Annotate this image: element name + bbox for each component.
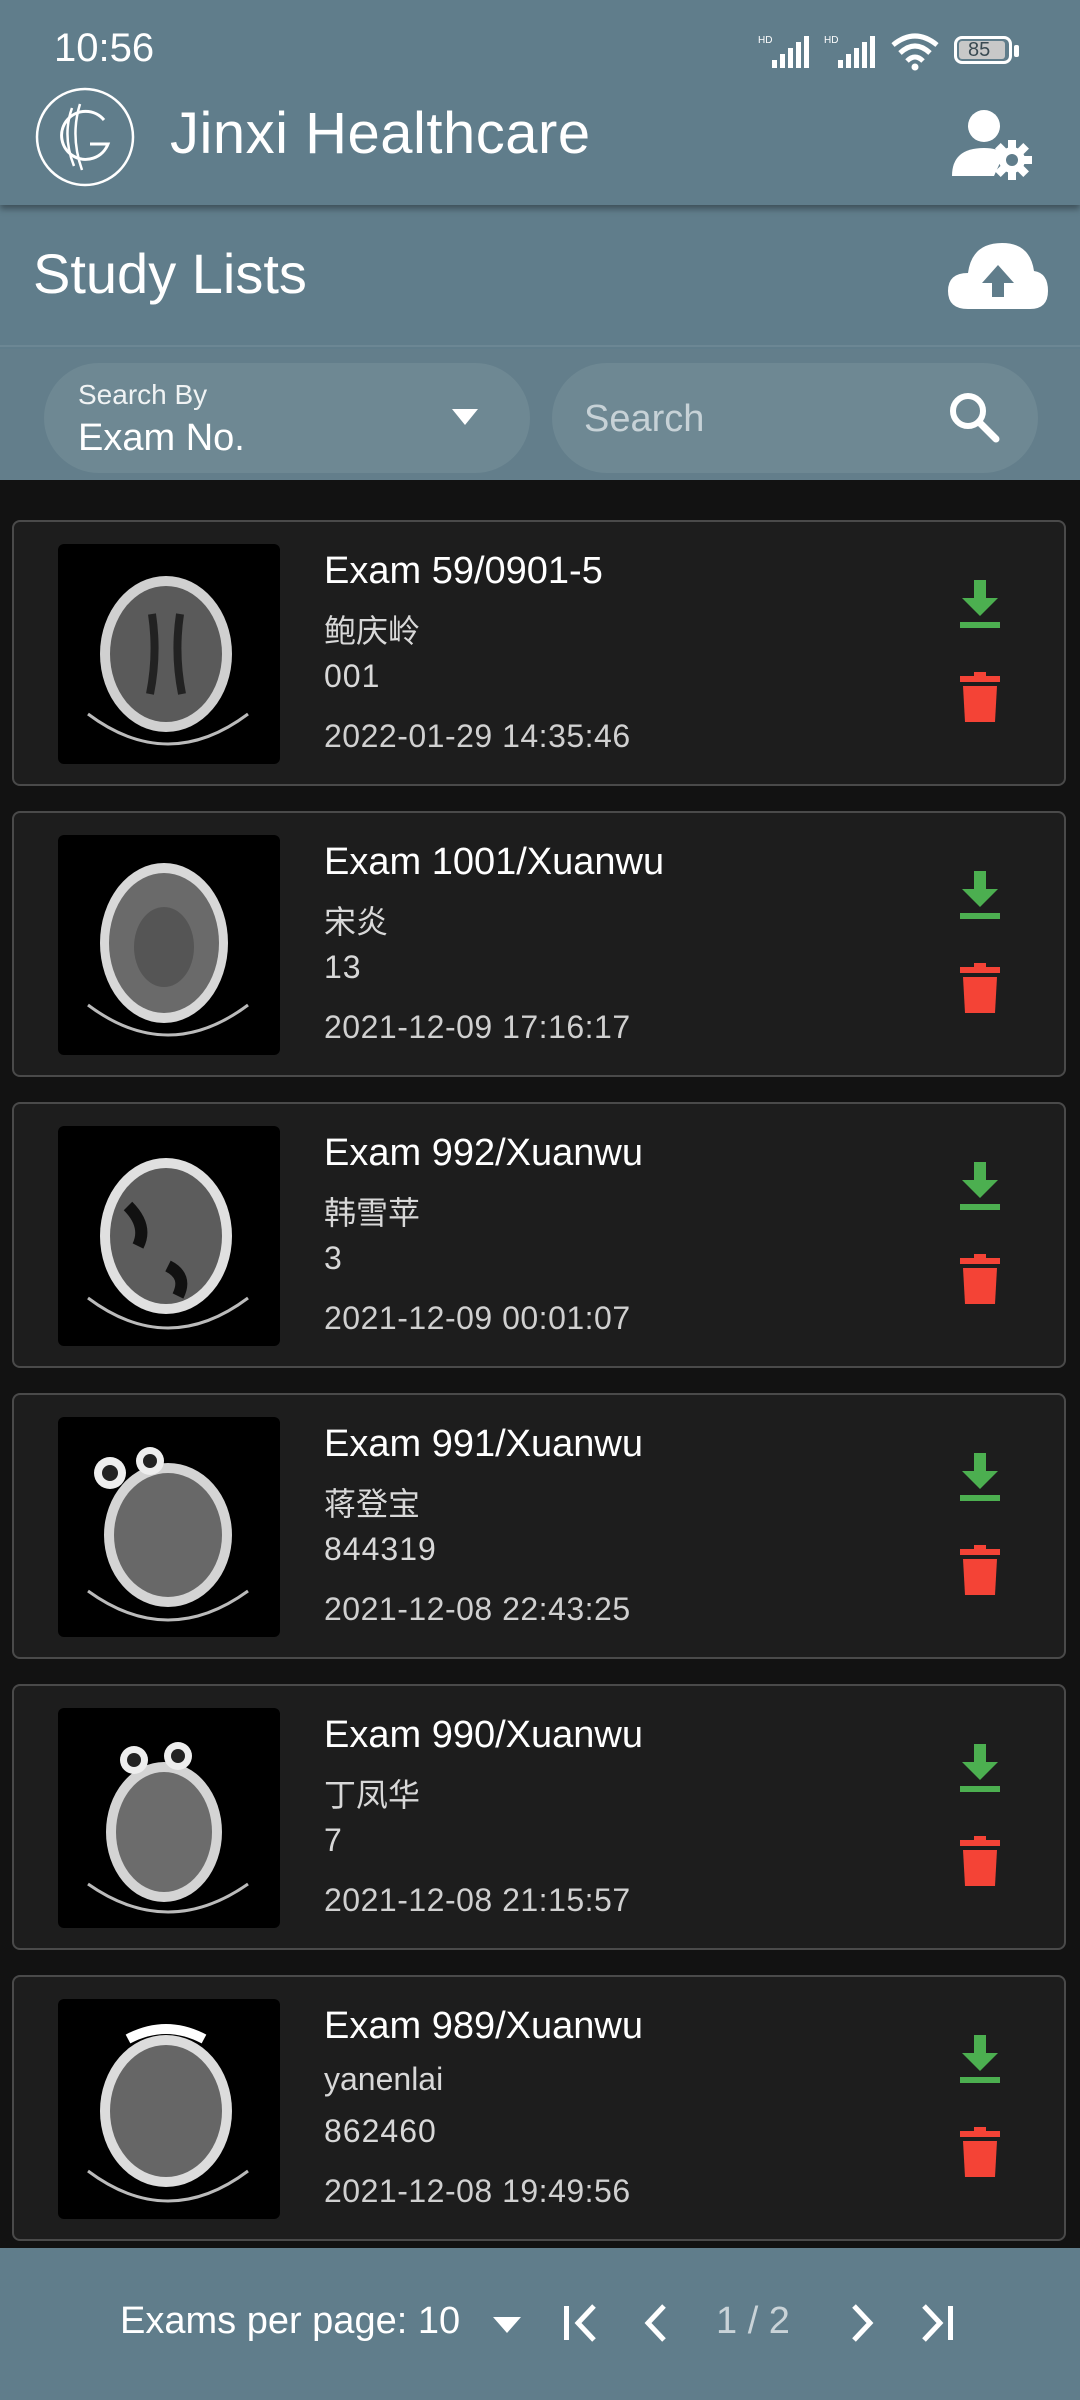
exam-date: 2021-12-09 17:16:17 <box>324 1009 631 1045</box>
status-icons: HD HD 85 <box>758 30 1020 74</box>
patient-name: 蒋登宝 <box>324 1486 421 1522</box>
patient-name: 丁凤华 <box>324 1777 421 1813</box>
app-title: Jinxi Healthcare <box>170 101 591 166</box>
download-icon[interactable] <box>956 1451 1004 1503</box>
patient-name: 韩雪苹 <box>324 1195 421 1231</box>
patient-id: 13 <box>324 949 362 985</box>
ct-thumbnail <box>58 544 280 764</box>
study-card[interactable]: Exam 990/Xuanwu 丁凤华 7 2021-12-08 21:15:5… <box>12 1684 1066 1950</box>
ct-thumbnail <box>58 1126 280 1346</box>
delete-icon[interactable] <box>960 672 1000 724</box>
patient-name: 鲍庆岭 <box>324 613 421 649</box>
delete-icon[interactable] <box>960 2127 1000 2179</box>
page-indicator: 1 / 2 <box>716 2300 790 2342</box>
exam-title: Exam 989/Xuanwu <box>324 2005 643 2047</box>
user-settings-icon[interactable] <box>950 104 1036 184</box>
search-by-label: Search By <box>78 379 208 410</box>
ct-thumbnail <box>58 1708 280 1928</box>
delete-icon[interactable] <box>960 963 1000 1015</box>
patient-name: 宋炎 <box>324 904 389 940</box>
svg-text:HD: HD <box>758 35 772 46</box>
search-input[interactable] <box>582 391 926 447</box>
study-card[interactable]: Exam 59/0901-5 鲍庆岭 001 2022-01-29 14:35:… <box>12 520 1066 786</box>
delete-icon[interactable] <box>960 1836 1000 1888</box>
exam-title: Exam 992/Xuanwu <box>324 1132 643 1174</box>
cloud-upload-icon[interactable] <box>946 235 1050 315</box>
delete-icon[interactable] <box>960 1545 1000 1597</box>
search-by-value: Exam No. <box>78 417 245 459</box>
battery-level: 85 <box>968 39 991 61</box>
search-box[interactable] <box>552 363 1038 473</box>
wifi-icon <box>891 33 939 71</box>
first-page-icon[interactable] <box>556 2298 606 2348</box>
filter-row: Search By Exam No. <box>0 349 1080 480</box>
study-card[interactable]: Exam 991/Xuanwu 蒋登宝 844319 2021-12-08 22… <box>12 1393 1066 1659</box>
exam-title: Exam 991/Xuanwu <box>324 1423 643 1465</box>
prev-page-icon[interactable] <box>632 2298 682 2348</box>
battery-icon: 85 <box>954 36 1020 68</box>
exam-date: 2022-01-29 14:35:46 <box>324 718 631 754</box>
page-header: Study Lists Search By Exam No. <box>0 205 1080 480</box>
exam-date: 2021-12-09 00:01:07 <box>324 1300 631 1336</box>
divider <box>0 345 1080 347</box>
search-icon[interactable] <box>948 391 1000 443</box>
study-card[interactable]: Exam 989/Xuanwu yanenlai 862460 2021-12-… <box>12 1975 1066 2241</box>
exam-date: 2021-12-08 21:15:57 <box>324 1882 631 1918</box>
study-card[interactable]: Exam 1001/Xuanwu 宋炎 13 2021-12-09 17:16:… <box>12 811 1066 1077</box>
next-page-icon[interactable] <box>836 2298 886 2348</box>
exam-date: 2021-12-08 22:43:25 <box>324 1591 631 1627</box>
study-card[interactable]: Exam 992/Xuanwu 韩雪苹 3 2021-12-09 00:01:0… <box>12 1102 1066 1368</box>
exam-title: Exam 990/Xuanwu <box>324 1714 643 1756</box>
per-page-label: Exams per page: 10 <box>120 2300 461 2342</box>
search-by-dropdown[interactable]: Search By Exam No. <box>44 363 530 473</box>
dropdown-caret-icon <box>452 409 478 425</box>
patient-id: 862460 <box>324 2113 437 2149</box>
svg-text:HD: HD <box>824 35 838 46</box>
patient-id: 7 <box>324 1822 343 1858</box>
app-bar: 10:56 HD HD 85 Jinxi Healthcare <box>0 0 1080 205</box>
study-list: Exam 59/0901-5 鲍庆岭 001 2022-01-29 14:35:… <box>0 480 1080 2248</box>
download-icon[interactable] <box>956 869 1004 921</box>
pagination-bar: Exams per page: 10 1 / 2 <box>0 2248 1080 2400</box>
patient-name: yanenlai <box>324 2061 444 2097</box>
delete-icon[interactable] <box>960 1254 1000 1306</box>
last-page-icon[interactable] <box>912 2298 962 2348</box>
dropdown-caret-icon[interactable] <box>492 2316 522 2334</box>
exam-date: 2021-12-08 19:49:56 <box>324 2173 631 2209</box>
download-icon[interactable] <box>956 578 1004 630</box>
ct-thumbnail <box>58 1417 280 1637</box>
patient-id: 001 <box>324 658 381 694</box>
patient-id: 3 <box>324 1240 343 1276</box>
ct-thumbnail <box>58 835 280 1055</box>
logo-icon <box>35 87 135 187</box>
signal-icon: HD <box>758 35 809 68</box>
signal-icon: HD <box>824 35 875 68</box>
exam-title: Exam 1001/Xuanwu <box>324 841 665 883</box>
download-icon[interactable] <box>956 2033 1004 2085</box>
patient-id: 844319 <box>324 1531 437 1567</box>
download-icon[interactable] <box>956 1742 1004 1794</box>
ct-thumbnail <box>58 1999 280 2219</box>
exam-title: Exam 59/0901-5 <box>324 550 603 592</box>
page-title: Study Lists <box>33 242 307 305</box>
download-icon[interactable] <box>956 1160 1004 1212</box>
status-time: 10:56 <box>54 26 155 70</box>
